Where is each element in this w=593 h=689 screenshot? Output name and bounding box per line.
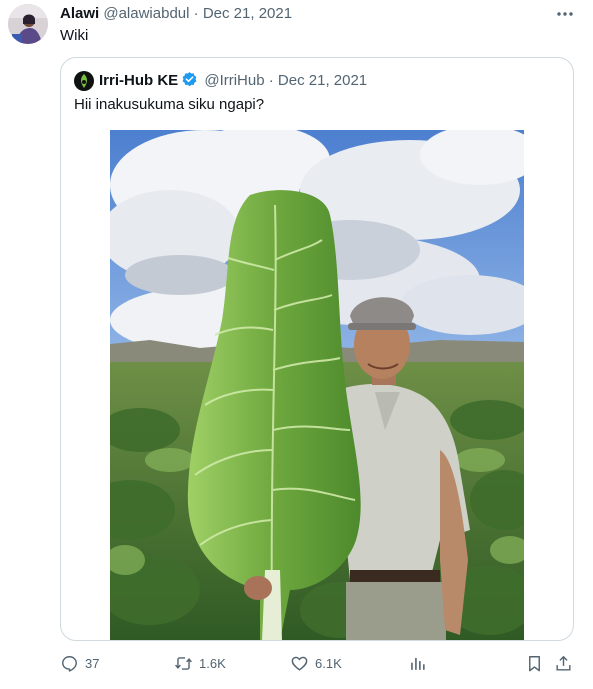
quoted-tweet-header: Irri-Hub KE @IrriHub · Dec 21, 2021 bbox=[99, 71, 367, 91]
share-icon bbox=[556, 655, 571, 671]
author-name[interactable]: Alawi bbox=[60, 5, 99, 22]
author-handle[interactable]: @alawiabdul bbox=[103, 5, 189, 22]
quoted-header-separator: · bbox=[268, 72, 274, 89]
author-avatar[interactable] bbox=[8, 4, 48, 44]
views-button[interactable] bbox=[408, 650, 433, 676]
more-icon bbox=[557, 12, 573, 16]
like-count: 6.1K bbox=[315, 655, 342, 671]
analytics-icon bbox=[411, 657, 425, 670]
tweet-header: Alawi @alawiabdul · Dec 21, 2021 bbox=[60, 5, 292, 23]
quoted-author-handle[interactable]: @IrriHub bbox=[204, 72, 264, 89]
share-button[interactable] bbox=[554, 650, 579, 676]
quoted-tweet-text: Hii inakusukuma siku ngapi? bbox=[74, 96, 265, 113]
tweet-date[interactable]: Dec 21, 2021 bbox=[203, 5, 292, 22]
header-separator: · bbox=[193, 5, 199, 22]
quoted-author-name[interactable]: Irri-Hub KE bbox=[99, 72, 178, 89]
irrihub-logo-icon bbox=[74, 71, 94, 91]
quoted-tweet[interactable]: Irri-Hub KE @IrriHub · Dec 21, 2021 Hii … bbox=[60, 57, 574, 641]
more-options-button[interactable] bbox=[554, 4, 576, 24]
retweet-icon bbox=[175, 656, 192, 670]
reply-icon bbox=[62, 655, 77, 672]
like-button[interactable]: 6.1K bbox=[290, 650, 342, 676]
reply-button[interactable]: 37 bbox=[60, 650, 99, 676]
tweet-actions: 37 1.6K 6.1K bbox=[60, 650, 576, 676]
tweet-photo[interactable] bbox=[110, 130, 524, 640]
bookmark-icon bbox=[529, 655, 540, 671]
heart-icon bbox=[291, 656, 308, 671]
verified-badge-icon bbox=[182, 72, 197, 87]
quoted-author-avatar[interactable] bbox=[74, 71, 94, 91]
tweet[interactable]: Alawi @alawiabdul · Dec 21, 2021 Wiki Ir… bbox=[0, 0, 593, 689]
reply-count: 37 bbox=[85, 655, 100, 671]
tweet-text: Wiki bbox=[60, 27, 89, 44]
bookmark-button[interactable] bbox=[525, 650, 550, 676]
quoted-tweet-date[interactable]: Dec 21, 2021 bbox=[278, 72, 367, 89]
retweet-button[interactable]: 1.6K bbox=[174, 650, 226, 676]
retweet-count: 1.6K bbox=[199, 655, 226, 671]
